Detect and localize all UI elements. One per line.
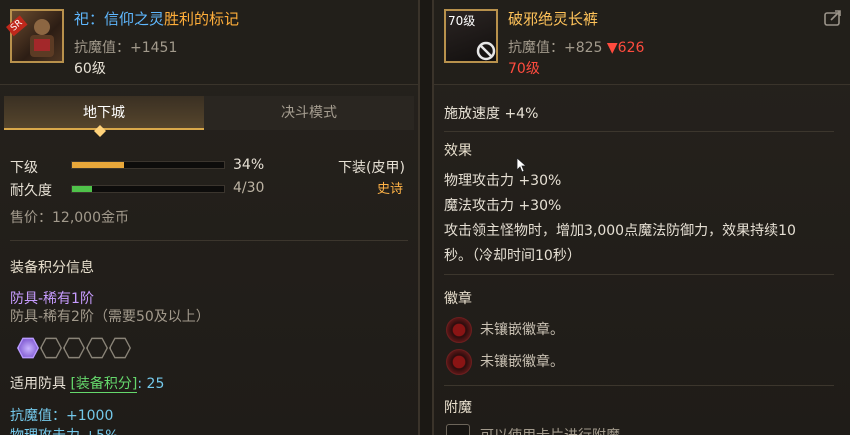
required-level: 70级 [508, 61, 540, 77]
emblem-title: 徽章 [444, 291, 472, 307]
enchant-card-slot[interactable] [446, 424, 470, 435]
item-title-suffix: 胜利的标记 [164, 10, 240, 28]
durability-bar-fill [72, 186, 93, 192]
rarity-label: 史诗 [377, 182, 404, 197]
slot-type: 下装(皮甲) [338, 160, 405, 176]
enchant-text: 可以使用卡片进行附魔。 [480, 425, 634, 435]
sell-price: 售价：12,000金币 [10, 210, 129, 226]
magic-resist-stat: 抗魔值：+825 [508, 40, 603, 56]
rank-hex-filled-icon [17, 337, 39, 359]
armor-rank-next: 防具-稀有2阶（需要50及以上） [10, 309, 210, 325]
rank-hex-inner [110, 339, 130, 357]
character-figure-icon [30, 19, 54, 57]
rank-hex-empty-icon [40, 337, 62, 359]
durability-label: 耐久度 [10, 183, 52, 199]
magic-resist-compare: 抗魔值：+825 ▼626 [508, 37, 644, 57]
enchant-title: 附魔 [444, 400, 472, 416]
grade-label: 下级 [10, 160, 38, 176]
armor-rank-current: 防具-稀有1阶 [10, 291, 94, 307]
effect-line: 魔法攻击力 +30% [444, 198, 562, 214]
right-tooltip-panel: 70级 破邪绝灵长裤 抗魔值：+825 ▼626 70级 施放速度 +4% 效果… [432, 0, 850, 435]
applicable-label: 适用防具 [10, 376, 66, 392]
stat-decrease: ▼626 [606, 40, 645, 56]
left-header: SR 祀：信仰之灵胜利的标记 抗魔值：+1451 60级 [0, 0, 418, 85]
durability-value: 4/30 [233, 180, 265, 196]
bonus-magic-resist: 抗魔值：+1000 [10, 408, 114, 424]
emblem-socket-icon [446, 349, 472, 375]
item-level: 60级 [74, 61, 106, 77]
tab-duel-mode[interactable]: 决斗模式 [204, 96, 414, 130]
emblem-socket-icon [446, 317, 472, 343]
emblem-slot-text: 未镶嵌徽章。 [480, 354, 564, 370]
rank-hex-inner [87, 339, 107, 357]
durability-bar [71, 185, 225, 193]
score-section-title: 装备积分信息 [10, 260, 94, 276]
rank-hex-inner [64, 339, 84, 357]
grade-bar-fill [72, 162, 124, 168]
mode-tabs: 地下城 决斗模式 [4, 96, 414, 130]
applicable-armor: 适用防具 [装备积分]: 25 [10, 373, 164, 393]
rank-hex-empty-icon [86, 337, 108, 359]
divider [444, 131, 834, 132]
item-icon[interactable]: SR [6, 9, 64, 63]
left-tooltip-panel: SR 祀：信仰之灵胜利的标记 抗魔值：+1451 60级 地下城 决斗模式 下级… [0, 0, 420, 435]
expand-icon[interactable] [824, 10, 842, 26]
divider [444, 385, 834, 386]
cursor-icon [516, 157, 528, 173]
divider [444, 274, 834, 275]
rank-hex-row [17, 337, 132, 359]
item-icon[interactable]: 70级 [444, 9, 498, 63]
cast-speed: 施放速度 +4% [444, 106, 539, 122]
item-title-prefix: 祀：信仰之灵 [74, 10, 165, 28]
effect-line: 秒。（冷却时间10秒） [444, 248, 581, 264]
rank-hex-inner [41, 339, 61, 357]
emblem-slot-text: 未镶嵌徽章。 [480, 322, 564, 338]
rank-hex-empty-icon [109, 337, 131, 359]
item-title: 破邪绝灵长裤 [508, 10, 599, 28]
applicable-value: : 25 [137, 376, 165, 392]
right-header: 70级 破邪绝灵长裤 抗魔值：+825 ▼626 70级 [434, 0, 850, 85]
magic-resist-stat: 抗魔值：+1451 [74, 40, 178, 56]
rank-hex-inner [18, 339, 38, 357]
bonus-line-2: 物理攻击力 +5% [10, 425, 118, 435]
diamond-marker-icon [94, 125, 106, 137]
grade-percent: 34% [233, 157, 265, 173]
grade-bar [71, 161, 225, 169]
effect-line: 攻击领主怪物时，增加3,000点魔法防御力，效果持续10 [444, 223, 796, 239]
rank-hex-empty-icon [63, 337, 85, 359]
effects-title: 效果 [444, 143, 472, 159]
forbidden-icon [476, 41, 496, 61]
item-title: 祀：信仰之灵胜利的标记 [74, 8, 239, 29]
effect-line: 物理攻击力 +30% [444, 173, 562, 189]
level-badge: 70级 [448, 14, 476, 28]
equipment-score-tag: [装备积分] [70, 376, 138, 393]
divider [10, 240, 408, 241]
